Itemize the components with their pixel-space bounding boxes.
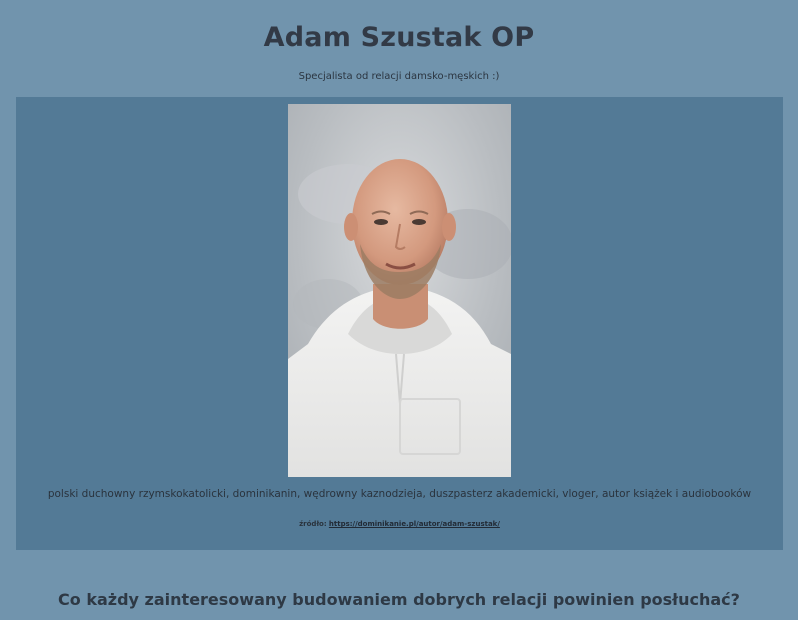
section-heading: Co każdy zainteresowany budowaniem dobry… [58,590,740,609]
profile-card: polski duchowny rzymskokatolicki, domini… [16,97,783,550]
profile-photo [288,104,511,477]
profile-description: polski duchowny rzymskokatolicki, domini… [47,488,752,500]
source-label: źródło: [299,520,327,528]
source-link[interactable]: https://dominikanie.pl/autor/adam-szusta… [329,520,500,528]
source-line: źródło: https://dominikanie.pl/autor/ada… [16,520,783,528]
page-subtitle: Specjalista od relacji damsko-męskich :) [298,71,500,82]
page-title: Adam Szustak OP [263,22,535,53]
